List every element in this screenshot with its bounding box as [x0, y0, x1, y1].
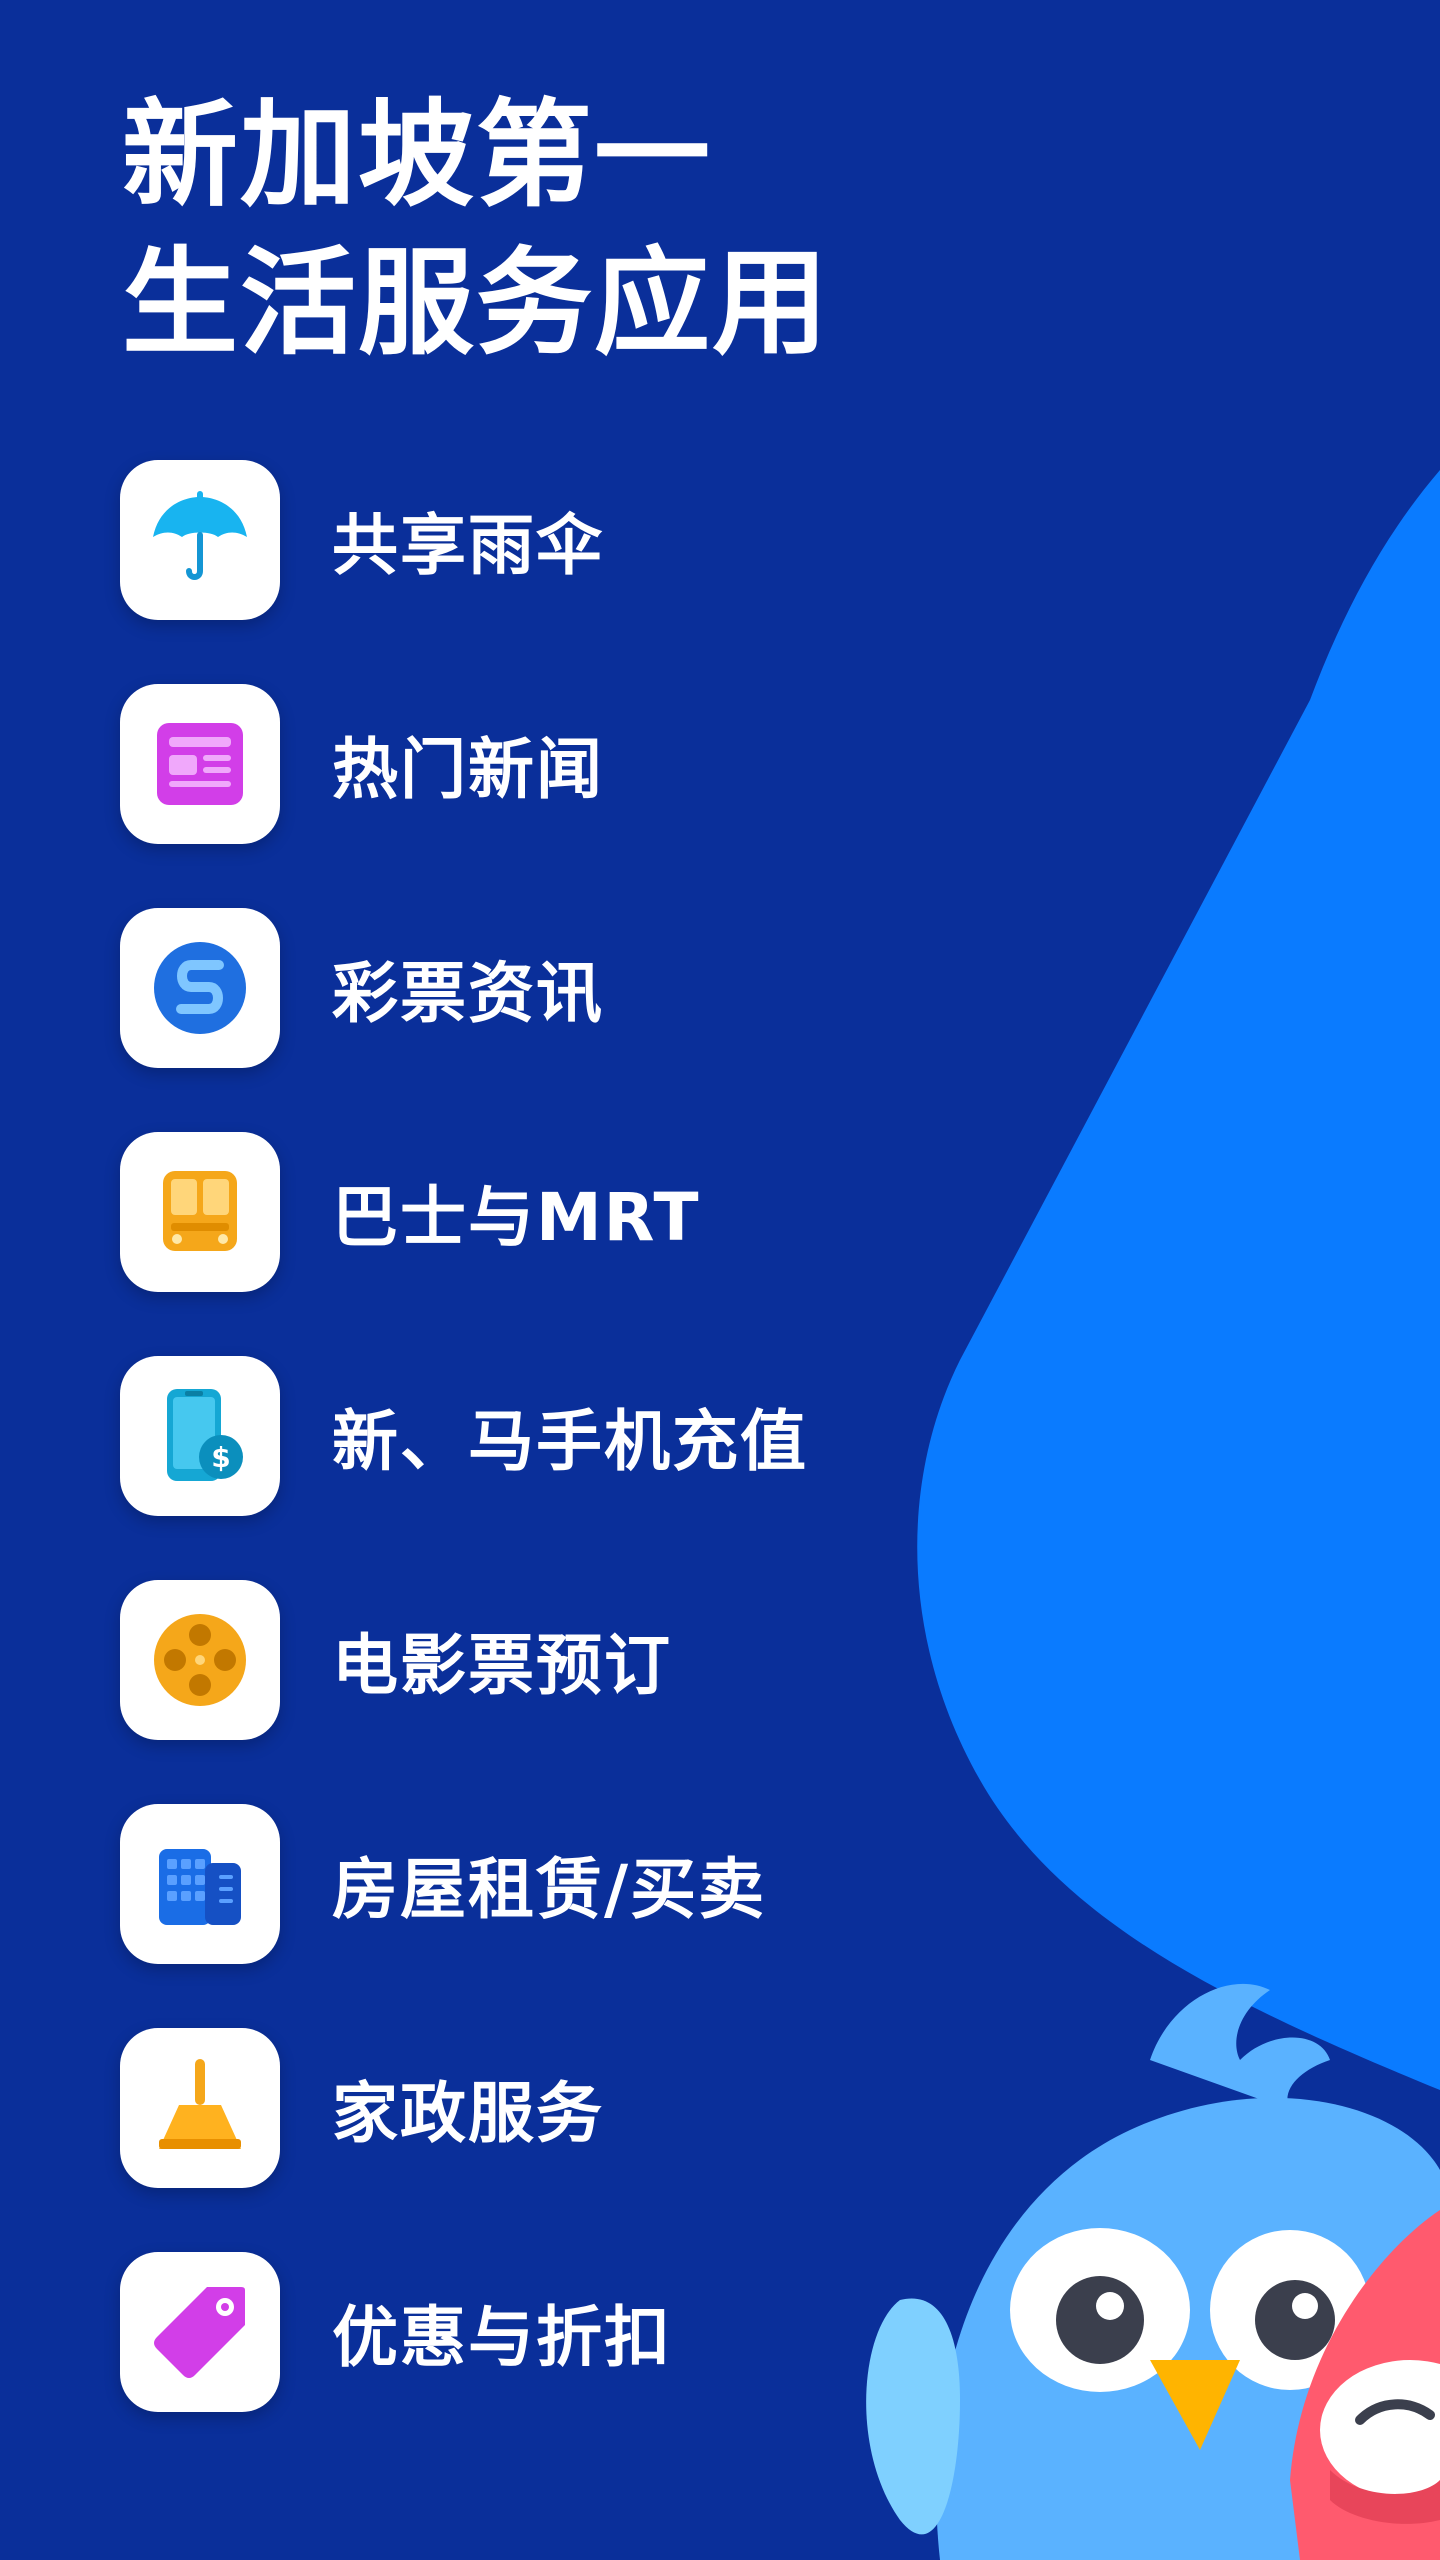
headline-line-2: 生活服务应用 [122, 236, 830, 371]
feature-label: 新、马手机充值 [332, 1403, 808, 1480]
feature-tile[interactable] [120, 2252, 280, 2412]
feature-deals[interactable]: 优惠与折扣 [120, 2252, 1020, 2412]
headline-line-1: 新加坡第一 [122, 88, 712, 223]
feature-tile[interactable] [120, 684, 280, 844]
feature-label: 房屋租赁/买卖 [332, 1851, 767, 1928]
feature-tile[interactable] [120, 908, 280, 1068]
newspaper-icon [157, 723, 243, 805]
feature-tile[interactable] [120, 1804, 280, 1964]
lottery-icon [154, 942, 246, 1034]
feature-label: 共享雨伞 [332, 507, 604, 584]
feature-lottery[interactable]: 彩票资讯 [120, 908, 1020, 1068]
promo-screen: 新加坡第一 生活服务应用 共享雨伞 热门新闻 彩票资讯 巴士与MRT $ 新、马… [0, 0, 1440, 2560]
feature-tile[interactable] [120, 2028, 280, 2188]
feature-movie-tickets[interactable]: 电影票预订 [120, 1580, 1020, 1740]
feature-tile[interactable] [120, 460, 280, 620]
feature-tile[interactable] [120, 1580, 280, 1740]
feature-label: 巴士与MRT [332, 1179, 701, 1256]
price-tag-icon [154, 2287, 245, 2378]
feature-housekeeping[interactable]: 家政服务 [120, 2028, 1020, 2188]
film-reel-icon [154, 1614, 246, 1706]
headline: 新加坡第一 生活服务应用 [122, 82, 830, 378]
feature-news[interactable]: 热门新闻 [120, 684, 1020, 844]
broom-icon [159, 2059, 241, 2149]
svg-text:$: $ [211, 1441, 230, 1474]
feature-tile[interactable] [120, 1132, 280, 1292]
feature-phone-topup[interactable]: $ 新、马手机充值 [120, 1356, 1020, 1516]
feature-label: 热门新闻 [332, 731, 604, 808]
feature-label: 彩票资讯 [332, 955, 604, 1032]
feature-bus-mrt[interactable]: 巴士与MRT [120, 1132, 1020, 1292]
building-icon [159, 1849, 241, 1925]
feature-tile[interactable]: $ [120, 1356, 280, 1516]
feature-label: 优惠与折扣 [332, 2299, 672, 2376]
umbrella-icon [153, 491, 247, 580]
bus-icon [163, 1171, 237, 1251]
feature-umbrella[interactable]: 共享雨伞 [120, 460, 1020, 620]
phone-topup-icon: $ [167, 1389, 243, 1481]
feature-label: 电影票预订 [332, 1627, 672, 1704]
feature-housing[interactable]: 房屋租赁/买卖 [120, 1804, 1020, 1964]
feature-label: 家政服务 [332, 2075, 604, 2152]
